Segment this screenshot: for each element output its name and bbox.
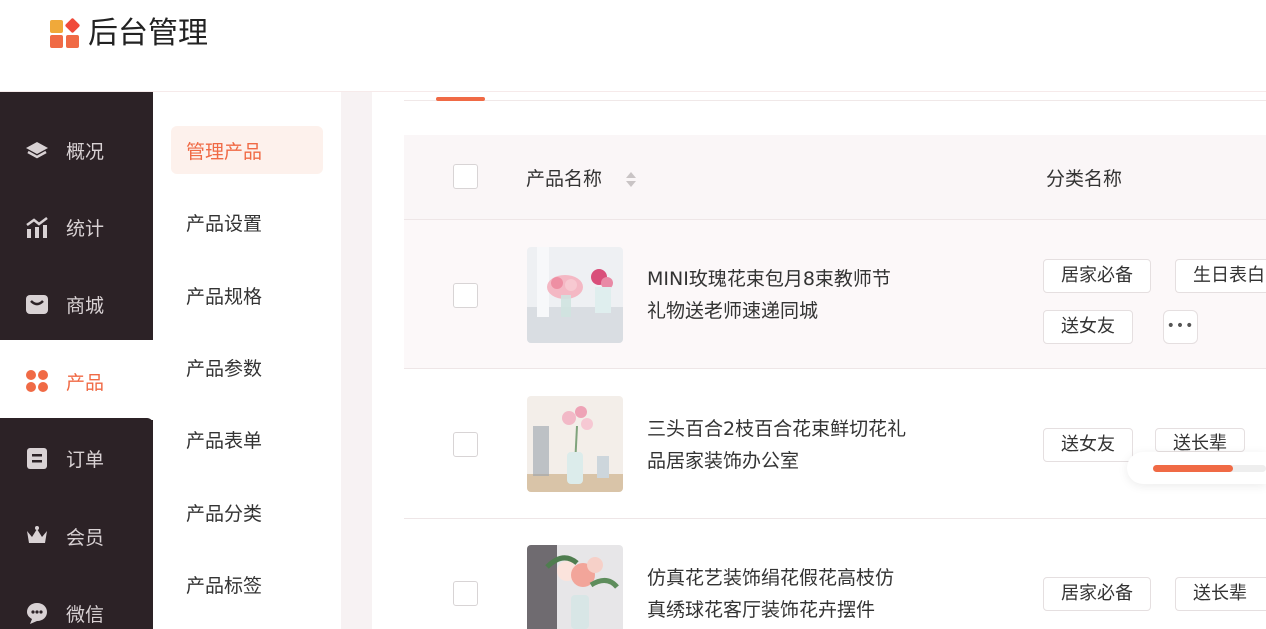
category-tag: 送女友 (1043, 428, 1133, 462)
sidebar-item-label: 产品 (66, 371, 105, 394)
logo-icon (50, 17, 81, 49)
subnav-product-categories[interactable]: 产品分类 (171, 488, 323, 536)
subnav-product-forms[interactable]: 产品表单 (171, 415, 323, 463)
sidebar-item-label: 微信 (66, 603, 105, 626)
column-header-name[interactable]: 产品名称 (526, 164, 602, 191)
select-all-checkbox[interactable] (453, 164, 478, 189)
category-tag: 送女友 (1043, 310, 1133, 344)
sidebar-item-store[interactable]: 商城 (0, 265, 153, 343)
product-name-line: 真绣球花客厅装饰花卉摆件 (647, 599, 876, 621)
category-tag: 生日表白 (1175, 259, 1266, 293)
sidebar-item-label: 商城 (66, 294, 105, 317)
sidebar-item-wechat[interactable]: 微信 (0, 574, 153, 629)
sidebar-item-label: 统计 (66, 217, 105, 240)
product-name-line: 品居家装饰办公室 (647, 450, 800, 472)
row-checkbox[interactable] (453, 283, 478, 308)
chart-icon (24, 215, 50, 239)
row-checkbox[interactable] (453, 581, 478, 606)
more-tags-button[interactable]: ••• (1163, 310, 1198, 344)
sidebar-item-label: 订单 (66, 448, 105, 471)
sidebar-item-overview[interactable]: 概况 (0, 111, 153, 189)
category-tag: 送长辈 (1175, 577, 1266, 611)
product-name[interactable]: 三头百合2枝百合花束鲜切花礼 品居家装饰办公室 (647, 413, 937, 477)
product-image (527, 545, 623, 629)
tab-divider (404, 100, 1266, 101)
product-image (527, 396, 623, 492)
product-name[interactable]: 仿真花艺装饰绢花假花高枝仿 真绣球花客厅装饰花卉摆件 (647, 562, 937, 626)
product-name-line: 仿真花艺装饰绢花假花高枝仿 (647, 567, 895, 589)
sidebar-item-products[interactable]: 产品 (0, 342, 153, 420)
sort-icon[interactable] (624, 168, 638, 190)
store-icon (24, 292, 50, 316)
sidebar-item-label: 会员 (66, 526, 105, 549)
product-name-line: 三头百合2枝百合花束鲜切花礼 (647, 418, 907, 440)
subnav-product-params[interactable]: 产品参数 (171, 343, 323, 391)
crown-icon (24, 524, 50, 548)
category-tag: 送长辈 (1155, 428, 1245, 452)
grid-icon (24, 369, 50, 393)
chat-icon (24, 601, 50, 625)
category-tag: 居家必备 (1043, 577, 1151, 611)
subnav-manage-products[interactable]: 管理产品 (171, 126, 323, 174)
row-checkbox[interactable] (453, 432, 478, 457)
product-name-line: MINI玫瑰花束包月8束教师节 (647, 268, 891, 290)
sidebar-item-orders[interactable]: 订单 (0, 419, 153, 497)
subnav-product-tags[interactable]: 产品标签 (171, 560, 323, 608)
subnav-product-settings[interactable]: 产品设置 (171, 198, 323, 246)
floating-progress (1127, 452, 1266, 484)
column-header-category: 分类名称 (1046, 168, 1123, 190)
progress-bar (1153, 465, 1233, 472)
sidebar-item-statistics[interactable]: 统计 (0, 188, 153, 266)
layers-icon (24, 138, 50, 162)
sidebar-item-label: 概况 (66, 140, 105, 163)
sidebar-item-members[interactable]: 会员 (0, 497, 153, 575)
clipboard-icon (24, 446, 50, 470)
active-tab-indicator (436, 97, 485, 101)
subnav-product-specs[interactable]: 产品规格 (171, 271, 323, 319)
top-header: 后台管理 (0, 0, 1266, 92)
product-name-line: 礼物送老师速递同城 (647, 300, 819, 322)
app-title: 后台管理 (88, 16, 208, 51)
category-tag: 居家必备 (1043, 259, 1151, 293)
product-image (527, 247, 623, 343)
product-name[interactable]: MINI玫瑰花束包月8束教师节 礼物送老师速递同城 (647, 263, 937, 327)
